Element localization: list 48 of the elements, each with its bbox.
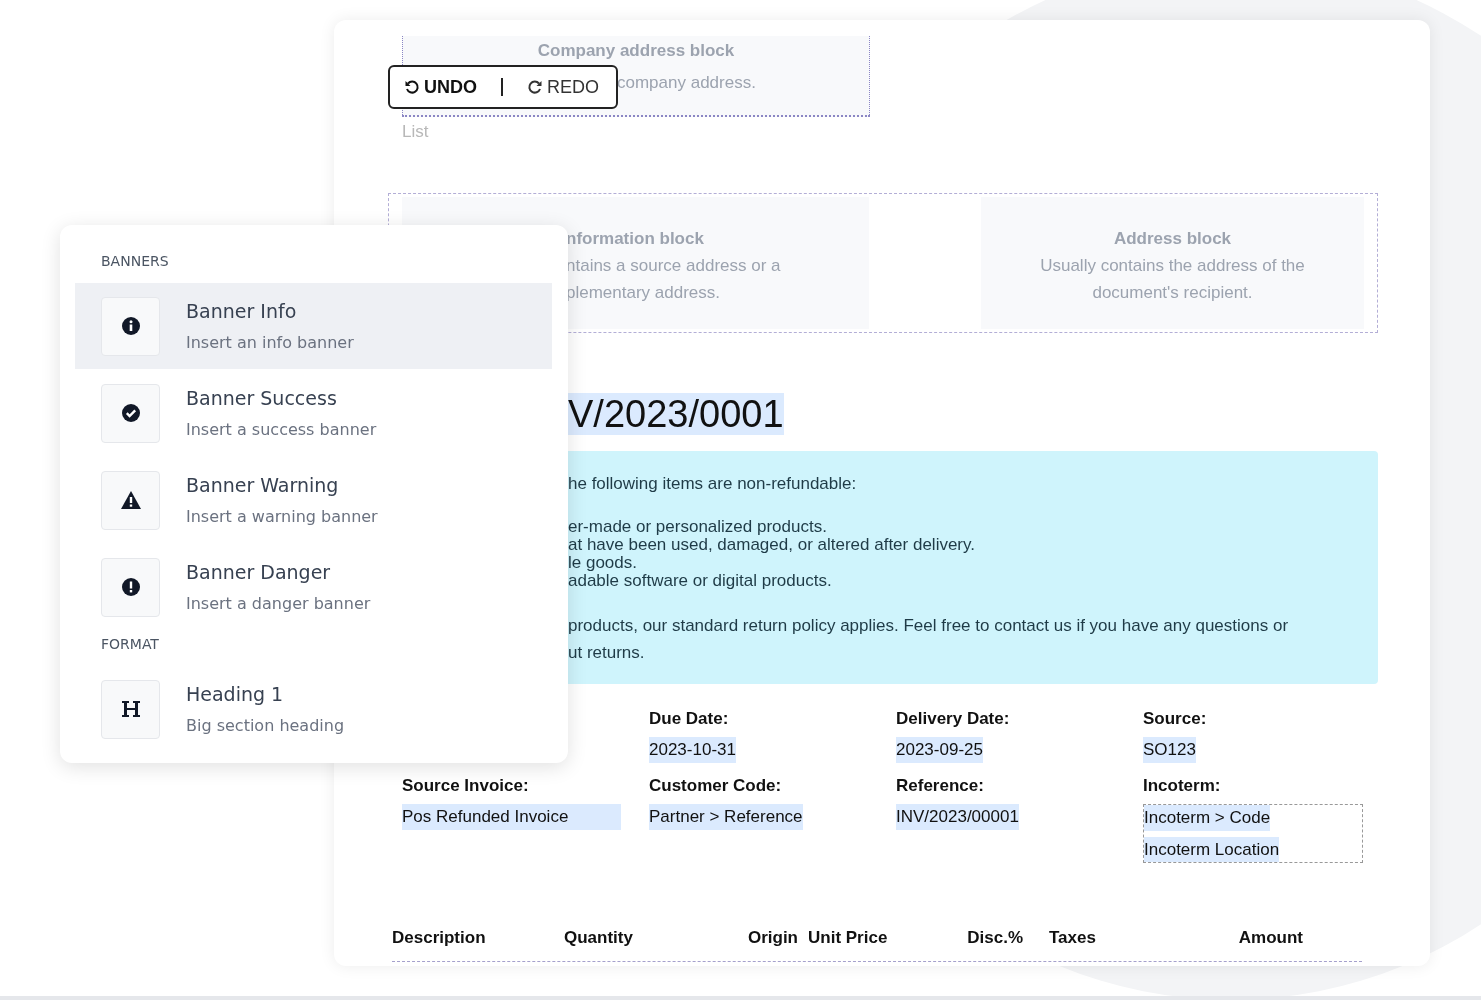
- column-header: Taxes: [1048, 927, 1097, 949]
- field-label: Source:: [1143, 707, 1207, 730]
- banner-list-item: at have been used, damaged, or altered after delivery.: [568, 536, 976, 554]
- banner-text: products, our standard return policy applies. Feel free to contact us if you have any questions or ut returns.: [568, 615, 1290, 664]
- column-header: Description: [392, 927, 487, 949]
- field-label: Source Invoice:: [402, 774, 529, 797]
- field-value: 2023-09-25: [896, 737, 983, 763]
- field-value: INV/2023/00001: [896, 804, 1019, 830]
- column-header: Origin: [746, 927, 799, 949]
- column-header: Disc.%: [966, 927, 1024, 949]
- item-description: Insert a success banner: [186, 419, 377, 442]
- item-title: Heading 1: [186, 681, 285, 707]
- field-label: Incoterm:: [1143, 774, 1221, 797]
- field-label: Delivery Date:: [896, 707, 1010, 730]
- block-title: Company address block: [537, 40, 735, 62]
- field-label: Customer Code:: [649, 774, 782, 797]
- field-value: Pos Refunded Invoice: [402, 804, 621, 830]
- block-description: plementary address.: [566, 281, 722, 304]
- field-value: Incoterm > Code Incoterm Location: [1143, 804, 1363, 863]
- column-header: Unit Price: [808, 927, 889, 949]
- column-header: Amount: [1237, 927, 1304, 949]
- block-title: nformation block: [566, 227, 705, 250]
- document-title: V/2023/0001: [568, 392, 784, 435]
- item-title: Banner Warning: [186, 472, 340, 498]
- banner-list-item: er-made or personalized products.: [568, 518, 828, 536]
- block-description: document's recipient.: [1092, 281, 1253, 304]
- field-label: Reference:: [896, 774, 984, 797]
- field-value: SO123: [1143, 737, 1196, 763]
- item-description: Insert a danger banner: [186, 593, 371, 616]
- block-description: company address.: [617, 71, 756, 94]
- field-value: Partner > Reference: [649, 804, 803, 830]
- item-description: Insert a warning banner: [186, 506, 378, 529]
- section-heading: BANNERS: [100, 252, 170, 271]
- banner-text: he following items are non-refundable:: [568, 472, 858, 495]
- banner-list-item: le goods.: [568, 554, 638, 572]
- block-description: Usually contains the address of the: [1040, 254, 1305, 277]
- item-title: Banner Success: [186, 385, 338, 411]
- section-heading: FORMAT: [100, 635, 160, 654]
- block-title: Address block: [1113, 227, 1232, 250]
- column-header: Quantity: [564, 927, 634, 949]
- list-label: List: [402, 121, 429, 143]
- item-description: Big section heading: [186, 715, 345, 738]
- item-title: Banner Info: [186, 298, 298, 324]
- banner-list-item: adable software or digital products.: [568, 572, 833, 590]
- field-value: 2023-10-31: [649, 737, 736, 763]
- field-label: Due Date:: [649, 707, 729, 730]
- item-description: Insert an info banner: [186, 332, 354, 355]
- item-title: Banner Danger: [186, 559, 332, 585]
